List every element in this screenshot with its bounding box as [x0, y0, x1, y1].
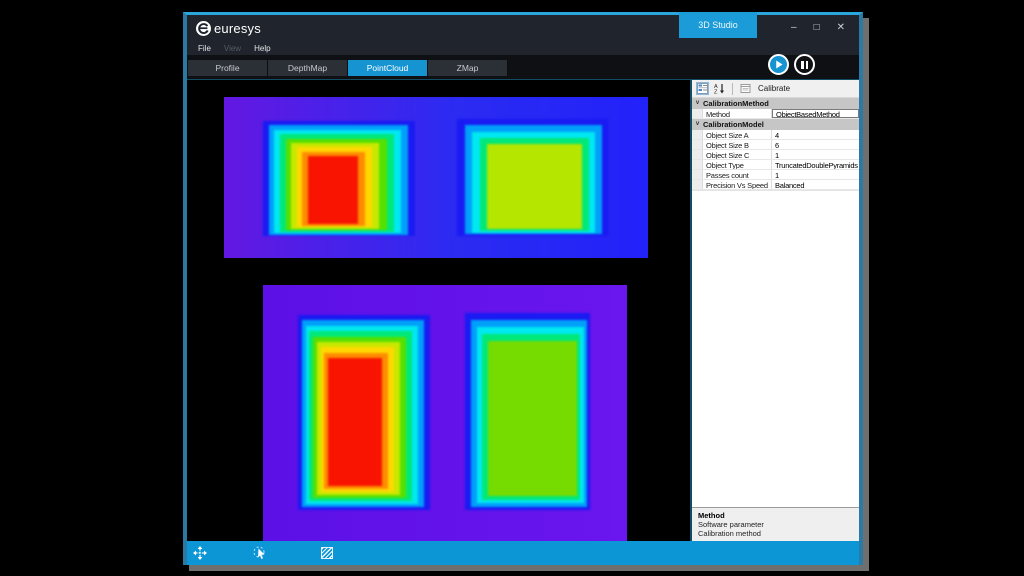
property-pages-icon[interactable]	[739, 82, 752, 95]
row-gutter	[692, 109, 703, 118]
property-value[interactable]: Balanced	[772, 180, 859, 189]
property-category[interactable]: vCalibrationMethod	[692, 98, 859, 109]
property-value[interactable]: 6	[772, 140, 859, 149]
view-tab-bar: ProfileDepthMapPointCloudZMap	[187, 55, 859, 79]
calibrate-button[interactable]: Calibrate	[756, 84, 790, 93]
property-value[interactable]: 1	[772, 170, 859, 179]
app-tab-3d-studio[interactable]: 3D Studio	[679, 12, 757, 38]
top-pointcloud-plane	[224, 97, 648, 258]
property-value[interactable]: 1	[772, 150, 859, 159]
menu-item-file[interactable]: File	[198, 44, 211, 53]
minimize-button[interactable]: –	[791, 23, 797, 33]
pyramid-top-face	[308, 156, 358, 224]
main-content: A Z	[187, 79, 859, 541]
description-line: Calibration method	[698, 529, 853, 538]
property-toolbar: A Z	[692, 80, 859, 98]
toolbar-separator	[732, 83, 733, 95]
row-gutter	[692, 140, 703, 149]
tab-pointcloud[interactable]: PointCloud	[348, 60, 428, 76]
description-title: Method	[698, 511, 853, 520]
property-row: MethodObjectBasedMethod	[692, 109, 859, 119]
category-name: CalibrationMethod	[703, 99, 769, 108]
truncated-pyramid-object	[457, 119, 608, 236]
pyramid-top-face	[488, 341, 577, 496]
property-grid-empty-area	[692, 191, 859, 507]
pause-button[interactable]	[794, 54, 815, 75]
bottom-pointcloud-plane	[263, 285, 627, 541]
categorized-icon[interactable]	[696, 82, 709, 95]
row-gutter	[692, 170, 703, 179]
alphabetical-sort-icon[interactable]: A Z	[713, 82, 726, 95]
pyramid-top-face	[487, 144, 582, 229]
property-row: Object Size C1	[692, 150, 859, 160]
description-line: Software parameter	[698, 520, 853, 529]
play-button[interactable]	[768, 54, 789, 75]
property-label[interactable]: Precision Vs Speed	[703, 180, 772, 189]
tab-depthmap[interactable]: DepthMap	[268, 60, 348, 76]
row-gutter	[692, 160, 703, 169]
tab-zmap[interactable]: ZMap	[428, 60, 508, 76]
desktop-background: euresys 3D Studio – □ ✕ File View Help Pro…	[0, 0, 1024, 576]
pyramid-top-face	[328, 358, 382, 486]
property-grid: vCalibrationMethodMethodObjectBasedMetho…	[692, 98, 859, 191]
fill-pattern-icon[interactable]	[321, 547, 333, 559]
property-row: Object TypeTruncatedDoublePyramids	[692, 160, 859, 170]
property-row: Object Size A4	[692, 130, 859, 140]
property-label[interactable]: Method	[703, 109, 772, 118]
select-cursor-icon[interactable]	[253, 546, 267, 565]
property-label[interactable]: Passes count	[703, 170, 772, 179]
pause-icon	[801, 61, 804, 69]
property-value[interactable]: ObjectBasedMethod	[772, 109, 859, 118]
property-label[interactable]: Object Type	[703, 160, 772, 169]
title-bar: euresys 3D Studio – □ ✕	[187, 15, 859, 41]
truncated-pyramid-object	[298, 315, 430, 510]
logo-text: euresys	[214, 21, 261, 36]
category-name: CalibrationModel	[703, 120, 764, 129]
app-window: euresys 3D Studio – □ ✕ File View Help Pro…	[183, 12, 863, 565]
property-label[interactable]: Object Size C	[703, 150, 772, 159]
description-pane: Method Software parameter Calibration me…	[692, 507, 859, 541]
pan-icon[interactable]	[193, 546, 207, 565]
tab-profile[interactable]: Profile	[188, 60, 268, 76]
property-row: Precision Vs SpeedBalanced	[692, 180, 859, 190]
property-label[interactable]: Object Size A	[703, 130, 772, 139]
row-gutter	[692, 130, 703, 139]
row-gutter	[692, 150, 703, 159]
truncated-pyramid-object	[465, 313, 590, 510]
pointcloud-canvas[interactable]	[187, 80, 690, 541]
collapse-chevron-icon[interactable]: v	[692, 98, 703, 109]
play-icon	[774, 60, 783, 69]
menu-bar: File View Help	[187, 41, 859, 55]
euresys-logo-icon	[196, 21, 211, 36]
property-value[interactable]: TruncatedDoublePyramids	[772, 160, 859, 169]
menu-item-view: View	[224, 44, 241, 53]
close-button[interactable]: ✕	[837, 23, 845, 33]
property-category[interactable]: vCalibrationModel	[692, 119, 859, 130]
status-bar	[187, 541, 859, 565]
maximize-button[interactable]: □	[814, 23, 820, 33]
truncated-pyramid-object	[263, 121, 415, 236]
row-gutter	[692, 180, 703, 189]
menu-item-help[interactable]: Help	[254, 44, 270, 53]
property-value[interactable]: 4	[772, 130, 859, 139]
property-row: Object Size B6	[692, 140, 859, 150]
svg-text:Z: Z	[714, 90, 718, 95]
collapse-chevron-icon[interactable]: v	[692, 119, 703, 130]
property-row: Passes count1	[692, 170, 859, 180]
property-label[interactable]: Object Size B	[703, 140, 772, 149]
app-logo: euresys	[196, 21, 261, 36]
property-panel: A Z	[690, 80, 859, 541]
